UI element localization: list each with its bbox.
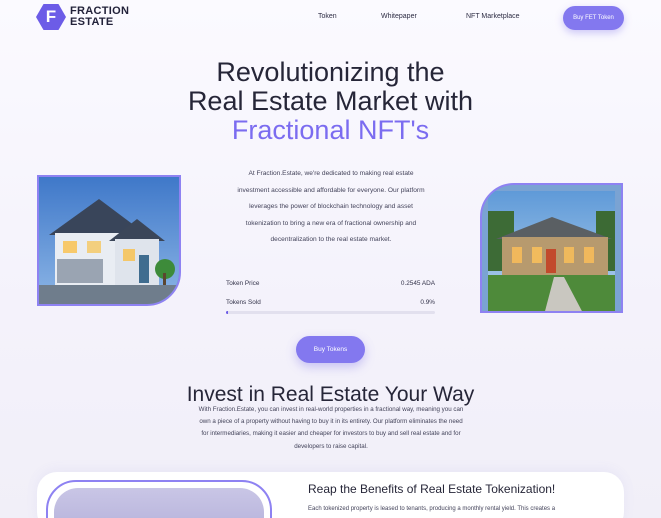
progress-fill — [226, 311, 229, 314]
headline-line2: Real Estate Market with — [187, 86, 474, 116]
nav-token-link[interactable]: Token — [318, 13, 337, 20]
nav-nft-marketplace-link[interactable]: NFT Marketplace — [466, 13, 520, 20]
benefits-body: Each tokenized property is leased to ten… — [308, 506, 556, 512]
benefits-title: Reap the Benefits of Real Estate Tokeniz… — [308, 482, 556, 496]
hero-house-image-left — [37, 175, 181, 306]
buy-fet-token-button[interactable]: Buy FET Token — [563, 6, 624, 30]
description-line: decentralization to the real estate mark… — [270, 236, 392, 243]
hero-house-image-right — [480, 183, 623, 313]
invest-section-body: With Fraction.Estate, you can invest in … — [181, 404, 481, 453]
token-price-value: 0.2545 ADA — [400, 280, 435, 287]
invest-body-line: With Fraction.Estate, you can invest in … — [198, 406, 464, 413]
invest-body-line: for intermediaries, making it easier and… — [201, 430, 461, 438]
logo-wordmark: FRACTION ESTATE — [70, 6, 129, 28]
token-price-label: Token Price — [226, 280, 260, 287]
buy-tokens-button[interactable]: Buy Tokens — [296, 336, 365, 363]
headline-line3: Fractional NFT's — [231, 115, 430, 145]
brand-logo[interactable]: F FRACTION ESTATE — [36, 4, 129, 30]
description-line: investment accessible and affordable for… — [237, 186, 425, 194]
hero-headline: Revolutionizing the Real Estate Market w… — [0, 58, 661, 145]
benefits-image-inner — [54, 488, 264, 518]
site-header: F FRACTION ESTATE Token Whitepaper NFT M… — [0, 0, 661, 36]
hero-description: At Fraction.Estate, we're dedicated to m… — [222, 166, 440, 249]
house-photo-frame — [488, 191, 615, 311]
tokens-sold-value: 0.9% — [420, 299, 435, 306]
logo-mark-icon: F — [36, 4, 66, 30]
headline-line1: Revolutionizing the — [216, 57, 445, 87]
tokens-sold-label: Tokens Sold — [226, 299, 261, 306]
nav-whitepaper-link[interactable]: Whitepaper — [381, 13, 417, 20]
house-illustration-right — [488, 191, 615, 311]
description-line: At Fraction.Estate, we're dedicated to m… — [248, 170, 414, 177]
invest-body-line: own a piece of a property without having… — [199, 418, 463, 426]
house-illustration-left — [39, 177, 179, 304]
invest-body-line: developers to raise capital. — [294, 442, 368, 450]
benefits-image — [46, 480, 272, 518]
description-line: tokenization to bring a new era of fract… — [245, 219, 417, 227]
tokens-sold-progress-bar — [226, 311, 435, 314]
logo-line2: ESTATE — [70, 16, 114, 28]
description-line: leverages the power of blockchain techno… — [249, 203, 413, 210]
